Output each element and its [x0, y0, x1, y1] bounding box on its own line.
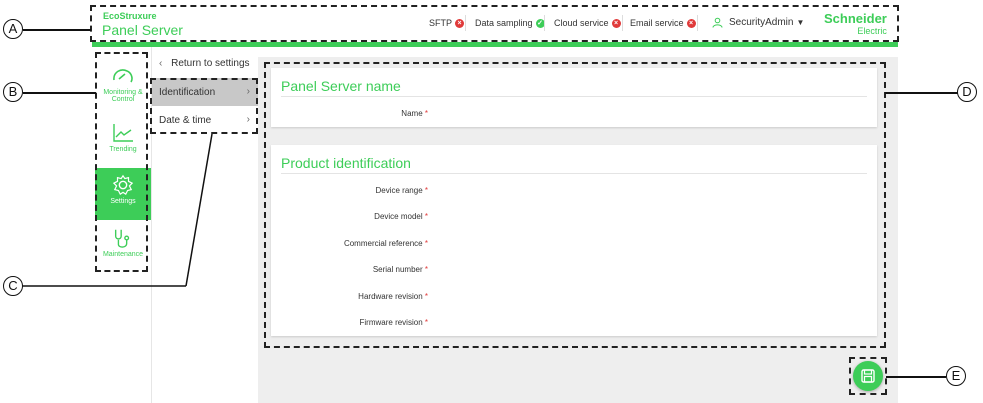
callout-d: D: [957, 82, 977, 102]
callout-e: E: [946, 366, 966, 386]
callout-b: B: [3, 82, 23, 102]
callout-a: A: [3, 19, 23, 39]
callout-line-c: [22, 133, 213, 287]
callout-line-e: [886, 376, 946, 378]
callout-c: C: [3, 276, 23, 296]
callout-line-d: [885, 92, 958, 94]
